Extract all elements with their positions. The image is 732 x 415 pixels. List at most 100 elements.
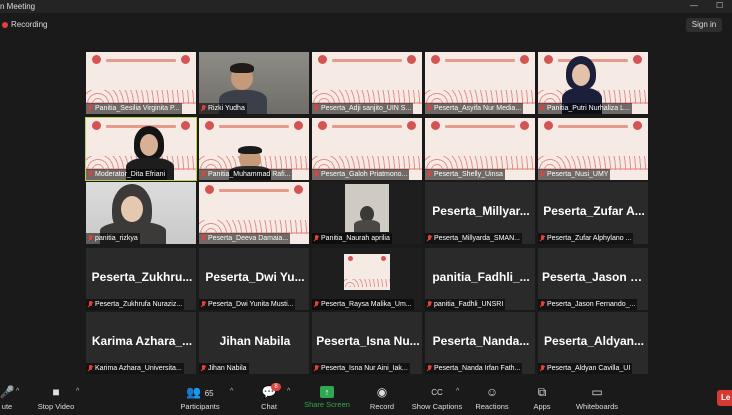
participant-tile[interactable]: Peserta_Isna Nu... Peserta_Isna Nur Aini_… bbox=[312, 312, 422, 374]
chat-button[interactable]: 💬 Chat 8 bbox=[256, 382, 282, 415]
participant-tile[interactable]: Peserta_Shelly_Uinsa bbox=[425, 118, 535, 180]
participant-tile[interactable]: Peserta_Asyifa Nur Media... bbox=[425, 52, 535, 114]
participant-name-label: Peserta_Zufar Alphylano ... bbox=[538, 233, 634, 244]
mute-button[interactable]: 🎤 ute bbox=[0, 382, 18, 415]
participant-name-label: Peserta_Jason Fernando_... bbox=[538, 299, 638, 310]
sign-in-button[interactable]: Sign in bbox=[686, 18, 722, 32]
mic-muted-icon bbox=[314, 105, 319, 112]
audio-options-caret-icon[interactable]: ^ bbox=[16, 388, 19, 395]
participant-tile[interactable]: panitia_Fadhli_... panitia_Fadhli_UNSRI bbox=[425, 248, 535, 310]
participant-name-label: Moderator_Dita Efriani bbox=[86, 169, 168, 180]
participant-name: Karima Azhara_Universita... bbox=[95, 365, 182, 372]
mute-label: ute bbox=[1, 402, 13, 411]
participant-display-name: panitia_Fadhli_... bbox=[432, 270, 530, 284]
mic-muted-icon bbox=[201, 301, 206, 308]
participant-name-label: Peserta_Nanda Irfan Fath... bbox=[425, 363, 523, 374]
participant-name-label: Peserta_Aldyan Cavilla_UI bbox=[538, 363, 633, 374]
participant-tile[interactable]: Peserta_Zukhru... Peserta_Zukhrufa Nurazi… bbox=[86, 248, 196, 310]
participant-display-name: Peserta_Aldyan... bbox=[543, 334, 645, 348]
participant-tile[interactable]: Rizki Yudha bbox=[199, 52, 309, 114]
participant-tile[interactable]: Panitia_Muhammad Rafi... bbox=[199, 118, 309, 180]
participant-tile[interactable]: Peserta_Aldyan... Peserta_Aldyan Cavilla_… bbox=[538, 312, 648, 374]
apps-button[interactable]: ⧉ Apps bbox=[530, 382, 554, 415]
participant-name-label: Panitia_Naurah aprilia bbox=[312, 233, 392, 244]
mic-muted-icon bbox=[427, 171, 432, 178]
participants-label: Participants bbox=[180, 402, 220, 411]
participant-display-name: Jihan Nabila bbox=[219, 334, 291, 348]
participant-tile[interactable]: Jihan Nabila Jihan Nabila bbox=[199, 312, 309, 374]
participant-name: Peserta_Adji sanjito_UIN S... bbox=[321, 105, 412, 112]
stop-video-button[interactable]: ■ Stop Video bbox=[34, 382, 78, 415]
participant-name-label: Peserta_Isna Nur Aini_Iak... bbox=[312, 363, 410, 374]
participants-caret-icon[interactable]: ^ bbox=[230, 388, 233, 395]
window-titlebar: n Meeting — ☐ bbox=[0, 0, 732, 13]
participants-button[interactable]: 👥 65 Participants bbox=[176, 382, 224, 415]
participant-tile[interactable]: Peserta_Zufar A... Peserta_Zufar Alphylan… bbox=[538, 182, 648, 244]
participant-display-name: Peserta_Dwi Yu... bbox=[205, 270, 305, 284]
whiteboard-icon: ▭ bbox=[591, 385, 603, 399]
participant-tile[interactable]: Moderator_Dita Efriani bbox=[85, 117, 197, 181]
participant-tile[interactable]: panitia_rizkya bbox=[86, 182, 196, 244]
share-screen-button[interactable]: ↑ Share Screen bbox=[302, 382, 352, 415]
minimize-icon[interactable]: — bbox=[690, 1, 698, 10]
mic-muted-icon bbox=[540, 235, 545, 242]
participant-display-name: Peserta_Millyar... bbox=[432, 204, 530, 218]
video-options-caret-icon[interactable]: ^ bbox=[76, 388, 79, 395]
participant-name: Peserta_Dwi Yunita Musti... bbox=[208, 301, 294, 308]
mic-muted-icon bbox=[201, 235, 206, 242]
participant-name: Peserta_Deeva Damaia... bbox=[208, 235, 289, 242]
participant-tile[interactable]: Panitia_Naurah aprilia bbox=[312, 182, 422, 244]
participant-tile[interactable]: Peserta_Jason F... Peserta_Jason Fernando… bbox=[538, 248, 648, 310]
participant-tile[interactable]: Peserta_Nanda... Peserta_Nanda Irfan Fath… bbox=[425, 312, 535, 374]
participant-tile[interactable]: Peserta_Deeva Damaia... bbox=[199, 182, 309, 244]
record-button[interactable]: ◉ Record bbox=[366, 382, 398, 415]
reactions-icon: ☺ bbox=[485, 385, 499, 399]
participant-tile[interactable]: Peserta_Adji sanjito_UIN S... bbox=[312, 52, 422, 114]
participant-display-name: Peserta_Jason F... bbox=[542, 270, 646, 284]
participant-name: Rizki Yudha bbox=[208, 105, 245, 112]
mic-muted-icon bbox=[314, 235, 319, 242]
participant-tile[interactable]: Peserta_Dwi Yu... Peserta_Dwi Yunita Must… bbox=[199, 248, 309, 310]
recording-indicator[interactable]: Recording bbox=[2, 20, 47, 29]
participants-count: 65 bbox=[204, 389, 214, 398]
whiteboards-button[interactable]: ▭ Whiteboards bbox=[573, 382, 621, 415]
participant-name-label: Jihan Nabila bbox=[199, 363, 249, 374]
show-captions-button[interactable]: CC Show Captions bbox=[410, 382, 464, 415]
mic-muted-icon bbox=[540, 365, 545, 372]
leave-button[interactable]: Le bbox=[717, 390, 732, 406]
maximize-icon[interactable]: ☐ bbox=[716, 1, 723, 10]
participant-name-label: Peserta_Millyarda_SMAN... bbox=[425, 233, 522, 244]
participant-name-label: Panitia_Sesilia Virginita P... bbox=[86, 103, 182, 114]
record-indicator-icon bbox=[2, 21, 8, 28]
participant-tile[interactable]: Panitia_Putri Nurhaliza L... bbox=[538, 52, 648, 114]
chat-caret-icon[interactable]: ^ bbox=[287, 388, 290, 395]
participant-tile[interactable]: Peserta_Nusi_UMY bbox=[538, 118, 648, 180]
participant-name: Peserta_Zukhrufa Nuraziz... bbox=[95, 301, 183, 308]
participant-name: Peserta_Jason Fernando_... bbox=[547, 301, 636, 308]
participant-name: Peserta_Nusi_UMY bbox=[547, 171, 609, 178]
mic-muted-icon bbox=[427, 105, 432, 112]
share-screen-label: Share Screen bbox=[304, 400, 350, 409]
participant-name: Moderator_Dita Efriani bbox=[95, 171, 166, 178]
participant-name-label: panitia_rizkya bbox=[86, 233, 140, 244]
participant-tile[interactable]: Panitia_Sesilia Virginita P... bbox=[86, 52, 196, 114]
participant-name-label: Rizki Yudha bbox=[199, 103, 247, 114]
apps-icon: ⧉ bbox=[537, 385, 547, 399]
participant-name-label: Peserta_Raysa Malika_Um... bbox=[312, 299, 414, 310]
stop-video-label: Stop Video bbox=[37, 402, 75, 411]
participant-tile[interactable]: Peserta_Galoh Priatmono... bbox=[312, 118, 422, 180]
participant-tile[interactable]: Peserta_Millyar... Peserta_Millyarda_SMAN… bbox=[425, 182, 535, 244]
participant-name: Panitia_Putri Nurhaliza L... bbox=[547, 105, 630, 112]
gallery-view: Panitia_Sesilia Virginita P... Rizki Yudh… bbox=[85, 52, 648, 374]
participant-name: Peserta_Nanda Irfan Fath... bbox=[434, 365, 521, 372]
mic-muted-icon bbox=[314, 365, 319, 372]
participant-tile[interactable]: Peserta_Raysa Malika_Um... bbox=[312, 248, 422, 310]
mic-muted-icon bbox=[201, 105, 206, 112]
reactions-button[interactable]: ☺ Reactions bbox=[474, 382, 510, 415]
participant-tile[interactable]: Karima Azhara_... Karima Azhara_Universit… bbox=[86, 312, 196, 374]
show-captions-label: Show Captions bbox=[411, 402, 463, 411]
participant-name: panitia_rizkya bbox=[95, 235, 138, 242]
record-icon: ◉ bbox=[376, 385, 388, 399]
participants-icon: 👥 65 bbox=[186, 385, 214, 399]
captions-caret-icon[interactable]: ^ bbox=[456, 388, 459, 395]
